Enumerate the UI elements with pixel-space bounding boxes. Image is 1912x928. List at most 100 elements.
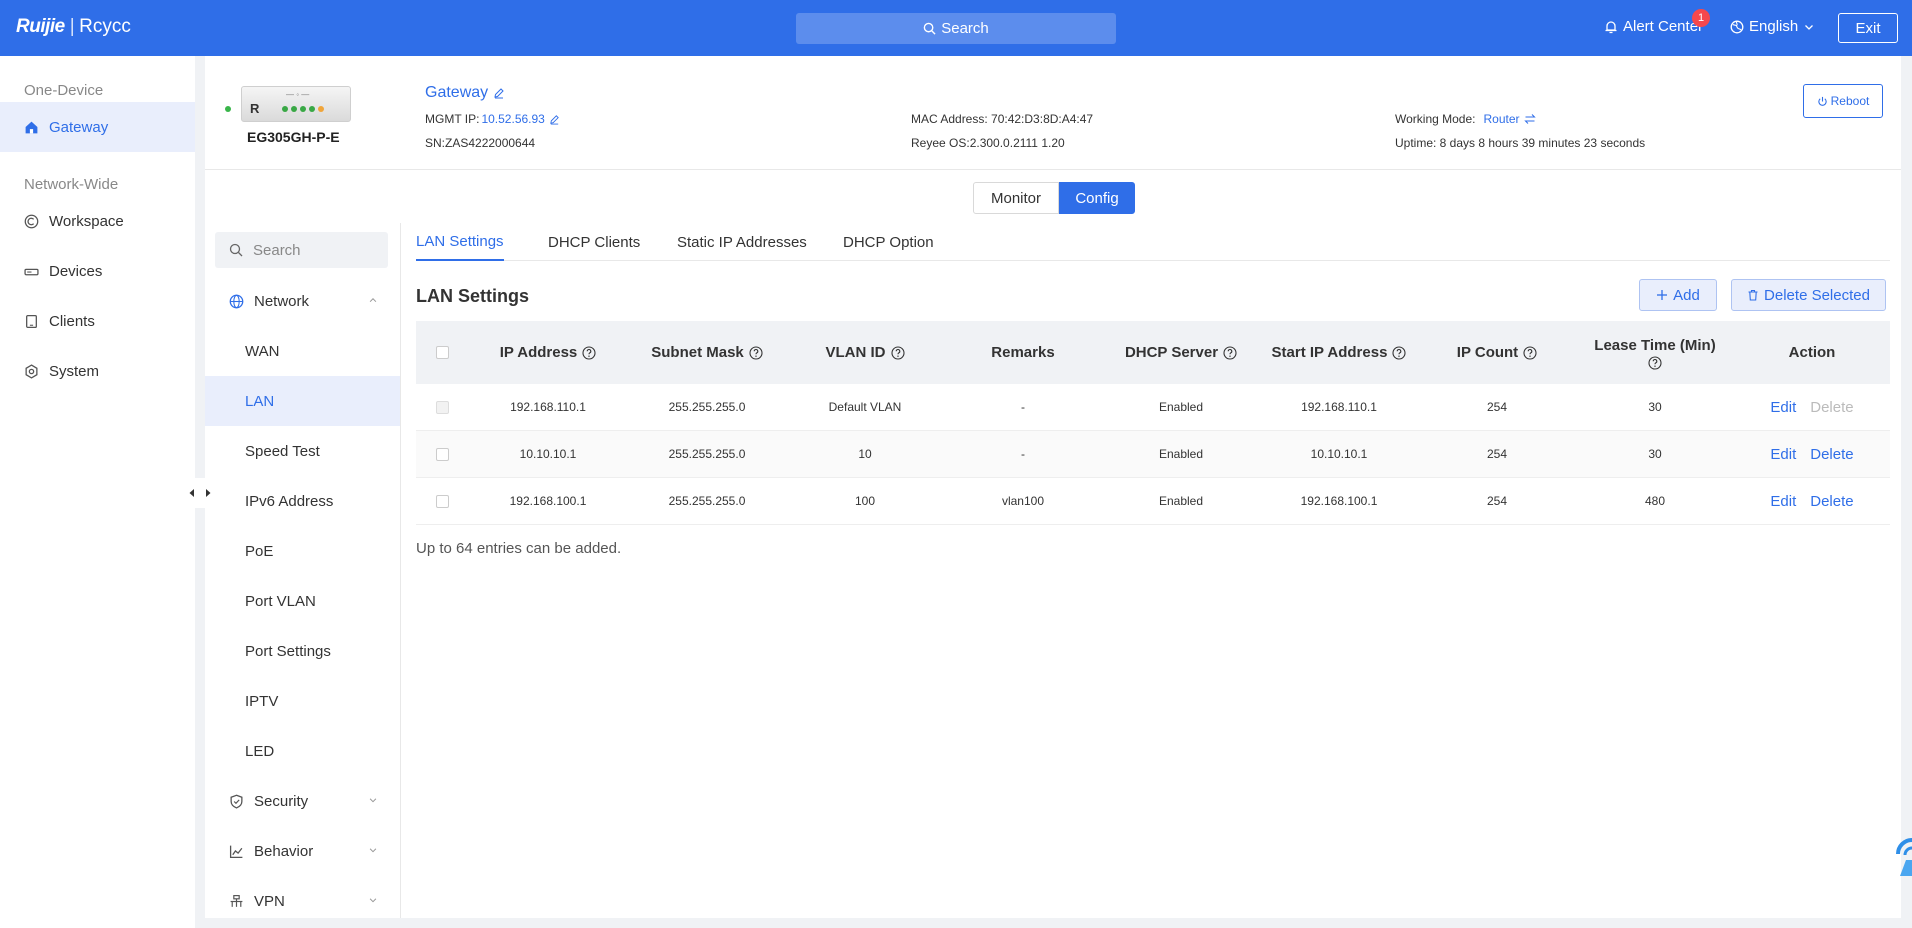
- edit-button[interactable]: Edit: [1770, 399, 1796, 416]
- menu-item-led[interactable]: LED: [205, 726, 400, 776]
- delete-button[interactable]: Delete: [1810, 446, 1853, 463]
- language-selector[interactable]: English: [1730, 18, 1820, 35]
- cell-lease: 30: [1648, 447, 1662, 461]
- device-header: — ◦ — R EG305GH-P-E Gateway MGMT IP: 10.…: [205, 56, 1901, 170]
- global-search-button[interactable]: Search: [796, 13, 1116, 44]
- menu-item-speed-test[interactable]: Speed Test: [205, 426, 400, 476]
- serial-number: SN:ZAS4222000644: [425, 136, 536, 150]
- help-icon[interactable]: [749, 345, 763, 360]
- sidebar-group-one-device: One-Device: [24, 82, 104, 99]
- cell-action: Edit Delete: [1734, 493, 1890, 510]
- sidebar-collapse-toggle[interactable]: [182, 478, 218, 508]
- edit-button[interactable]: Edit: [1770, 493, 1796, 510]
- vpn-network-icon: [230, 894, 243, 907]
- cell-mask: 255.255.255.0: [668, 494, 746, 508]
- plus-icon: [1657, 290, 1668, 300]
- tab-lan-settings[interactable]: LAN Settings: [416, 223, 504, 261]
- cell-dhcp: Enabled: [1158, 400, 1204, 414]
- reboot-label: Reboot: [1830, 94, 1870, 108]
- help-icon[interactable]: [1523, 345, 1537, 360]
- chevron-down-icon: [1805, 24, 1814, 30]
- shield-icon: [230, 794, 243, 809]
- menu-group-security[interactable]: Security: [205, 776, 400, 826]
- help-icon[interactable]: [1392, 345, 1406, 360]
- working-mode-value[interactable]: Router: [1483, 112, 1519, 126]
- menu-group-label: Network: [254, 292, 310, 310]
- menu-search-input[interactable]: Search: [215, 232, 388, 268]
- menu-item-iptv[interactable]: IPTV: [205, 676, 400, 726]
- row-checkbox[interactable]: [435, 447, 449, 461]
- select-all-checkbox[interactable]: [435, 346, 449, 359]
- menu-group-vpn[interactable]: VPN: [205, 876, 400, 926]
- device-name-link[interactable]: Gateway: [425, 84, 505, 102]
- help-icon[interactable]: [1648, 355, 1662, 370]
- device-name: Gateway: [425, 84, 489, 101]
- tab-static-ip-addresses[interactable]: Static IP Addresses: [677, 223, 807, 261]
- header-lease-time: Lease Time (Min): [1576, 336, 1734, 370]
- search-icon: [923, 22, 936, 35]
- delete-selected-button[interactable]: Delete Selected: [1731, 279, 1886, 311]
- brand-logo[interactable]: Ruijie | Rcycc: [16, 16, 131, 38]
- edit-button[interactable]: Edit: [1770, 446, 1796, 463]
- config-menu: Search Network WAN LAN Speed Test IPv6 A…: [205, 223, 400, 918]
- header-label: DHCP Server: [1124, 344, 1219, 361]
- menu-item-ipv6-address[interactable]: IPv6 Address: [205, 476, 400, 526]
- config-toggle[interactable]: Config: [1059, 182, 1135, 214]
- cell-vlan: 100: [854, 494, 876, 508]
- menu-group-behavior[interactable]: Behavior: [205, 826, 400, 876]
- delete-button[interactable]: Delete: [1810, 493, 1853, 510]
- edit-pencil-icon[interactable]: [549, 114, 560, 125]
- cell-dhcp: Enabled: [1158, 494, 1204, 508]
- row-checkbox-cell: [416, 447, 468, 461]
- alert-center-button[interactable]: Alert Center 1: [1604, 9, 1710, 35]
- global-search-label: Search: [941, 20, 989, 37]
- sidebar-item-label: Clients: [49, 312, 95, 330]
- sidebar-item-label: Workspace: [49, 212, 124, 230]
- caret-left-icon: [189, 489, 194, 497]
- mgmt-ip-value[interactable]: 10.52.56.93: [481, 112, 544, 126]
- exit-button[interactable]: Exit: [1838, 13, 1898, 43]
- menu-group-network[interactable]: Network: [205, 276, 400, 326]
- monitor-toggle[interactable]: Monitor: [973, 182, 1059, 214]
- mgmt-ip-label: MGMT IP:: [425, 112, 480, 126]
- tab-dhcp-clients[interactable]: DHCP Clients: [548, 223, 640, 261]
- cell-remarks: -: [1021, 447, 1025, 461]
- row-checkbox: [435, 400, 449, 414]
- menu-item-wan[interactable]: WAN: [205, 326, 400, 376]
- delete-button-disabled: Delete: [1810, 398, 1854, 416]
- delete-selected-label: Delete Selected: [1764, 286, 1870, 304]
- sidebar-item-gateway[interactable]: Gateway: [0, 102, 195, 152]
- table-row: 192.168.100.1 255.255.255.0 100 vlan100 …: [416, 478, 1890, 525]
- chevron-down-icon: [369, 798, 377, 803]
- device-image-letter: R: [250, 101, 260, 116]
- sidebar-item-workspace[interactable]: Workspace: [0, 196, 195, 246]
- menu-item-port-vlan[interactable]: Port VLAN: [205, 576, 400, 626]
- header-remarks: Remarks: [944, 344, 1102, 361]
- menu-group-label: Security: [254, 792, 309, 810]
- cell-action: Edit Delete: [1734, 446, 1890, 463]
- main-panel: — ◦ — R EG305GH-P-E Gateway MGMT IP: 10.…: [205, 56, 1901, 918]
- add-button[interactable]: Add: [1639, 279, 1717, 311]
- tab-dhcp-option[interactable]: DHCP Option: [843, 223, 934, 261]
- floating-assistant-icon[interactable]: [1892, 836, 1912, 882]
- cell-vlan: Default VLAN: [828, 400, 902, 414]
- menu-item-lan[interactable]: LAN: [205, 376, 400, 426]
- help-icon[interactable]: [582, 345, 596, 360]
- cell-ip: 10.10.10.1: [519, 447, 577, 461]
- menu-item-poe[interactable]: PoE: [205, 526, 400, 576]
- sidebar-item-system[interactable]: System: [0, 346, 195, 396]
- header-vlan-id: VLAN ID: [786, 344, 944, 361]
- reboot-button[interactable]: Reboot: [1803, 84, 1883, 118]
- edit-pencil-icon[interactable]: [493, 87, 505, 99]
- cell-mask: 255.255.255.0: [668, 400, 746, 414]
- header-label: Subnet Mask: [651, 344, 744, 361]
- switch-arrows-icon[interactable]: [1523, 113, 1536, 125]
- sidebar-item-devices[interactable]: Devices: [0, 246, 195, 296]
- sidebar-item-clients[interactable]: Clients: [0, 296, 195, 346]
- row-checkbox[interactable]: [435, 494, 449, 508]
- cell-lease: 480: [1644, 494, 1666, 508]
- help-icon[interactable]: [890, 345, 905, 360]
- header-label: IP Address: [499, 344, 578, 361]
- menu-item-port-settings[interactable]: Port Settings: [205, 626, 400, 676]
- help-icon[interactable]: [1223, 345, 1237, 360]
